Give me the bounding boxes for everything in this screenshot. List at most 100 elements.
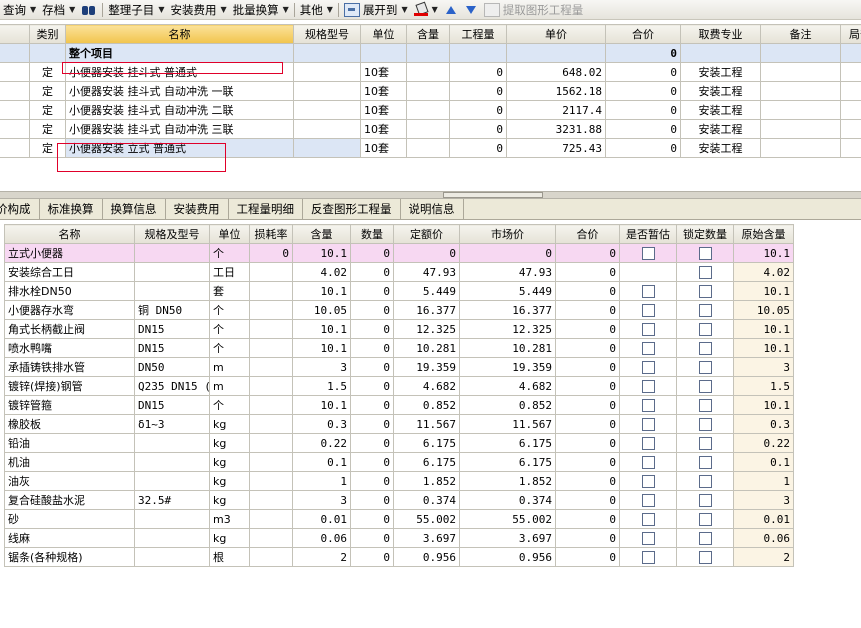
cell-cb1[interactable]: [619, 319, 677, 339]
tab-item[interactable]: 反查图形工程量: [303, 199, 401, 219]
archive-menu[interactable]: 存档 ▼: [39, 0, 78, 19]
lower-col-header[interactable]: 定额价: [393, 224, 460, 244]
checkbox[interactable]: [698, 436, 712, 450]
expand-to-menu[interactable]: 展开到 ▼: [341, 0, 411, 19]
checkbox[interactable]: [641, 398, 655, 412]
cell-cb1[interactable]: [619, 262, 677, 282]
checkbox[interactable]: [698, 398, 712, 412]
table-row[interactable]: 机油 kg 0.1 0 6.175 6.175 0 0.1: [4, 452, 794, 472]
checkbox[interactable]: [641, 341, 655, 355]
checkbox[interactable]: [698, 246, 712, 260]
move-up-button[interactable]: [441, 0, 461, 19]
checkbox[interactable]: [698, 322, 712, 336]
lower-col-header[interactable]: 损耗率: [249, 224, 293, 244]
checkbox[interactable]: [698, 512, 712, 526]
checkbox[interactable]: [641, 455, 655, 469]
checkbox[interactable]: [698, 303, 712, 317]
cell-cb2[interactable]: [676, 414, 734, 434]
cell-cb1[interactable]: [619, 376, 677, 396]
cell-cb1[interactable]: [619, 338, 677, 358]
cell-cb1[interactable]: [619, 547, 677, 567]
upper-col-header[interactable]: 规格型号: [293, 24, 361, 44]
checkbox[interactable]: [698, 531, 712, 545]
cell-cb2[interactable]: [676, 547, 734, 567]
checkbox[interactable]: [698, 341, 712, 355]
upper-col-header[interactable]: 局部: [840, 24, 861, 44]
cell-cb2[interactable]: [676, 281, 734, 301]
upper-col-header[interactable]: 单价: [506, 24, 606, 44]
cell-cb2[interactable]: [676, 319, 734, 339]
table-row[interactable]: 角式长柄截止阀 DN15 个 10.1 0 12.325 12.325 0 10.1: [4, 319, 794, 339]
cell-cb2[interactable]: [676, 300, 734, 320]
table-row[interactable]: 铅油 kg 0.22 0 6.175 6.175 0 0.22: [4, 433, 794, 453]
lower-col-header[interactable]: 规格及型号: [134, 224, 210, 244]
cell-cb2[interactable]: [676, 452, 734, 472]
cell-cb2[interactable]: [676, 243, 734, 263]
table-row[interactable]: 锯条(各种规格) 根 2 0 0.956 0.956 0 2: [4, 547, 794, 567]
upper-col-header[interactable]: 单位: [360, 24, 407, 44]
cell-cb1[interactable]: [619, 452, 677, 472]
table-row[interactable]: 油灰 kg 1 0 1.852 1.852 0 1: [4, 471, 794, 491]
cell-cb2[interactable]: [676, 395, 734, 415]
cell-cb2[interactable]: [676, 357, 734, 377]
tab-item[interactable]: 安装费用: [166, 199, 229, 219]
lower-col-header[interactable]: 原始含量: [733, 224, 794, 244]
checkbox[interactable]: [641, 360, 655, 374]
checkbox[interactable]: [698, 360, 712, 374]
install-fee-menu[interactable]: 安装费用 ▼: [167, 0, 229, 19]
lower-col-header[interactable]: 单位: [209, 224, 250, 244]
move-down-button[interactable]: [461, 0, 481, 19]
checkbox[interactable]: [698, 455, 712, 469]
table-row[interactable]: 定小便器安装 挂斗式 自动冲洗 一联 10套 0 1562.18 0 安装工程: [0, 81, 861, 101]
tab-item[interactable]: 工程量明细: [229, 199, 303, 219]
table-row[interactable]: 橡胶板 δ1~3 kg 0.3 0 11.567 11.567 0 0.3: [4, 414, 794, 434]
table-row[interactable]: 排水栓DN50 套 10.1 0 5.449 5.449 0 10.1: [4, 281, 794, 301]
checkbox[interactable]: [641, 436, 655, 450]
cell-cb1[interactable]: [619, 433, 677, 453]
cell-cb1[interactable]: [619, 300, 677, 320]
find-button[interactable]: [78, 0, 100, 19]
cell-cb1[interactable]: [619, 471, 677, 491]
cell-cb1[interactable]: [619, 490, 677, 510]
checkbox[interactable]: [641, 379, 655, 393]
table-row[interactable]: 定小便器安装 挂斗式 自动冲洗 二联 10套 0 2117.4 0 安装工程: [0, 100, 861, 120]
checkbox[interactable]: [698, 417, 712, 431]
table-row[interactable]: 立式小便器个 0 10.1 0 0 0 0 10.1: [4, 243, 794, 263]
cell-cb2[interactable]: [676, 528, 734, 548]
checkbox[interactable]: [641, 512, 655, 526]
checkbox[interactable]: [641, 531, 655, 545]
tab-item[interactable]: 说明信息: [401, 199, 464, 219]
upper-col-header[interactable]: 取费专业: [680, 24, 761, 44]
table-row[interactable]: 喷水鸭嘴 DN15 个 10.1 0 10.281 10.281 0 10.1: [4, 338, 794, 358]
tab-item[interactable]: 价构成: [0, 199, 40, 219]
checkbox[interactable]: [641, 246, 655, 260]
summary-row[interactable]: 整个项目 0: [0, 43, 861, 63]
cell-cb2[interactable]: [676, 338, 734, 358]
checkbox[interactable]: [698, 493, 712, 507]
upper-col-header[interactable]: 类别: [29, 24, 66, 44]
cell-cb1[interactable]: [619, 395, 677, 415]
checkbox[interactable]: [698, 550, 712, 564]
checkbox[interactable]: [698, 265, 712, 279]
upper-col-header[interactable]: 备注: [760, 24, 841, 44]
cell-cb2[interactable]: [676, 509, 734, 529]
table-row[interactable]: 承插铸铁排水管 DN50 m 3 0 19.359 19.359 0 3: [4, 357, 794, 377]
checkbox[interactable]: [698, 284, 712, 298]
table-row[interactable]: 镀锌管箍 DN15 个 10.1 0 0.852 0.852 0 10.1: [4, 395, 794, 415]
other-menu[interactable]: 其他 ▼: [297, 0, 336, 19]
checkbox[interactable]: [641, 417, 655, 431]
cell-cb2[interactable]: [676, 433, 734, 453]
cell-cb2[interactable]: [676, 490, 734, 510]
batch-convert-menu[interactable]: 批量换算 ▼: [230, 0, 292, 19]
table-row[interactable]: 线麻 kg 0.06 0 3.697 3.697 0 0.06: [4, 528, 794, 548]
checkbox[interactable]: [641, 474, 655, 488]
lower-col-header[interactable]: 名称: [4, 224, 135, 244]
cell-cb1[interactable]: [619, 243, 677, 263]
cell-cb1[interactable]: [619, 414, 677, 434]
cell-cb1[interactable]: [619, 357, 677, 377]
cell-cb1[interactable]: [619, 509, 677, 529]
lower-col-header[interactable]: 是否暂估: [619, 224, 677, 244]
lower-col-header[interactable]: 数量: [350, 224, 394, 244]
cell-cb1[interactable]: [619, 528, 677, 548]
pane-splitter[interactable]: [0, 191, 861, 199]
